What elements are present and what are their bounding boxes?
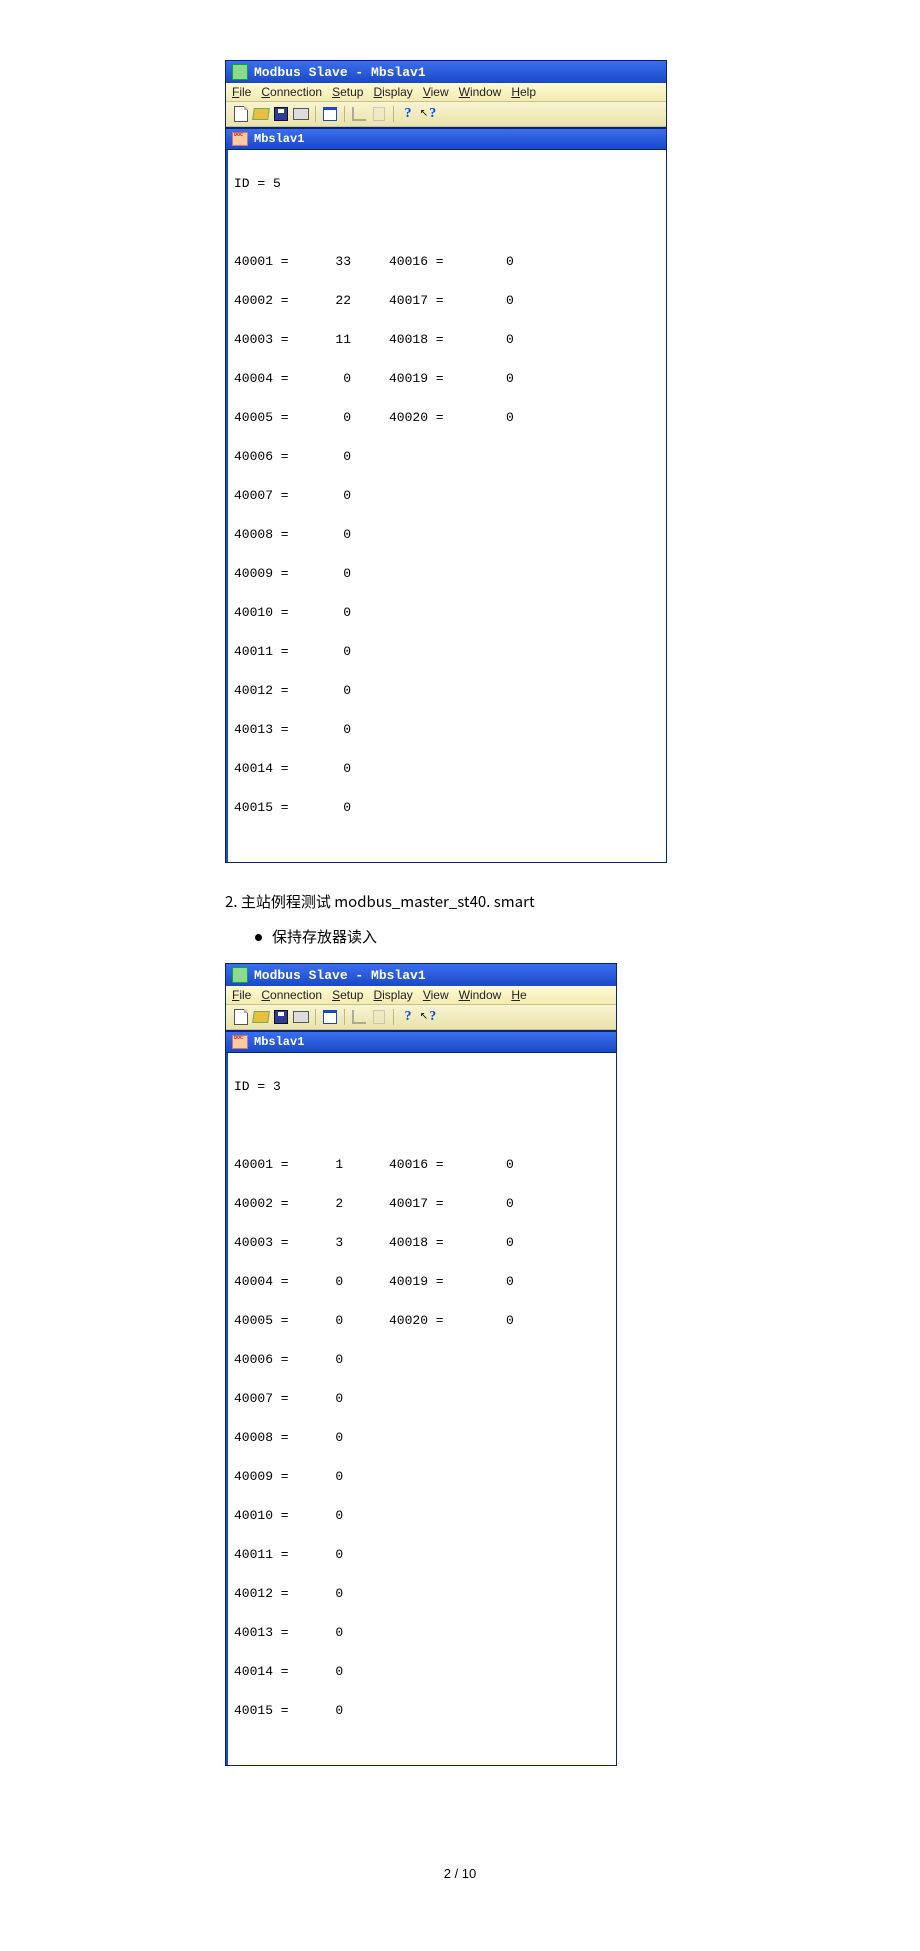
document-title: Mbslav1 — [254, 132, 304, 146]
app-icon — [232, 64, 248, 80]
register-row: 40005 = 040020 = 0 — [234, 1311, 610, 1331]
menu-help[interactable]: Help — [511, 85, 536, 99]
menu-setup[interactable]: Setup — [332, 85, 363, 99]
register-row: 40008 = 0 — [234, 525, 660, 545]
toolbar-separator — [393, 106, 394, 122]
menu-display[interactable]: Display — [373, 85, 412, 99]
modbus-window-1: Modbus Slave - Mbslav1 File Connection S… — [225, 60, 667, 863]
menu-window[interactable]: Window — [459, 988, 502, 1002]
help-icon[interactable]: ? — [399, 1008, 417, 1026]
register-row: 40009 = 0 — [234, 1467, 610, 1487]
menu-connection[interactable]: Connection — [261, 988, 322, 1002]
toolbar-separator — [315, 106, 316, 122]
page-number: 2 / 10 — [40, 1866, 880, 1911]
print-icon[interactable] — [292, 105, 310, 123]
bullet-item: 保持存放器读入 — [255, 926, 880, 947]
id-line: ID = 5 — [234, 174, 660, 194]
register-row: 40006 = 0 — [234, 447, 660, 467]
register-row: 40014 = 0 — [234, 1662, 610, 1682]
register-row: 40001 = 140016 = 0 — [234, 1155, 610, 1175]
menu-bar: File Connection Setup Display View Windo… — [226, 986, 616, 1004]
menu-display[interactable]: Display — [373, 988, 412, 1002]
register-row: 40012 = 0 — [234, 681, 660, 701]
menu-bar: File Connection Setup Display View Windo… — [226, 83, 666, 101]
toolbar: ? ↖? — [226, 101, 666, 127]
register-row: 40013 = 0 — [234, 720, 660, 740]
register-row: 40015 = 0 — [234, 798, 660, 818]
document-header[interactable]: Mbslav1 — [226, 127, 666, 150]
menu-window[interactable]: Window — [459, 85, 502, 99]
register-row: 40003 = 1140018 = 0 — [234, 330, 660, 350]
register-row: 40002 = 2240017 = 0 — [234, 291, 660, 311]
register-row: 40001 = 3340016 = 0 — [234, 252, 660, 272]
register-row: 40008 = 0 — [234, 1428, 610, 1448]
register-row: 40010 = 0 — [234, 603, 660, 623]
context-help-icon[interactable]: ↖? — [419, 1008, 437, 1026]
id-line: ID = 3 — [234, 1077, 610, 1097]
bullet-text: 保持存放器读入 — [272, 926, 377, 947]
menu-file[interactable]: File — [232, 85, 251, 99]
bullet-icon — [255, 934, 262, 941]
document-title: Mbslav1 — [254, 1035, 304, 1049]
document-icon — [232, 132, 248, 146]
register-row: 40005 = 040020 = 0 — [234, 408, 660, 428]
open-icon[interactable] — [252, 105, 270, 123]
menu-help[interactable]: He — [511, 988, 526, 1002]
connect-icon[interactable] — [350, 105, 368, 123]
register-row: 40002 = 240017 = 0 — [234, 1194, 610, 1214]
menu-view[interactable]: View — [423, 85, 449, 99]
window-title: Modbus Slave - Mbslav1 — [254, 968, 426, 983]
register-row: 40011 = 0 — [234, 642, 660, 662]
document-header[interactable]: Mbslav1 — [226, 1030, 616, 1053]
register-row: 40006 = 0 — [234, 1350, 610, 1370]
save-icon[interactable] — [272, 1008, 290, 1026]
open-icon[interactable] — [252, 1008, 270, 1026]
window-title: Modbus Slave - Mbslav1 — [254, 65, 426, 80]
register-row: 40009 = 0 — [234, 564, 660, 584]
window-icon[interactable] — [321, 1008, 339, 1026]
title-bar[interactable]: Modbus Slave - Mbslav1 — [226, 964, 616, 986]
register-row: 40012 = 0 — [234, 1584, 610, 1604]
register-row: 40010 = 0 — [234, 1506, 610, 1526]
register-row: 40007 = 0 — [234, 1389, 610, 1409]
register-data-area: ID = 3 40001 = 140016 = 0 40002 = 240017… — [226, 1053, 616, 1765]
menu-connection[interactable]: Connection — [261, 85, 322, 99]
help-icon[interactable]: ? — [399, 105, 417, 123]
connect-icon[interactable] — [350, 1008, 368, 1026]
new-icon[interactable] — [232, 1008, 250, 1026]
register-row: 40014 = 0 — [234, 759, 660, 779]
register-data-area: ID = 5 40001 = 3340016 = 0 40002 = 22400… — [226, 150, 666, 862]
menu-setup[interactable]: Setup — [332, 988, 363, 1002]
register-row: 40011 = 0 — [234, 1545, 610, 1565]
menu-view[interactable]: View — [423, 988, 449, 1002]
document-icon — [232, 1035, 248, 1049]
print-icon[interactable] — [292, 1008, 310, 1026]
title-bar[interactable]: Modbus Slave - Mbslav1 — [226, 61, 666, 83]
register-row: 40004 = 040019 = 0 — [234, 1272, 610, 1292]
toolbar-separator — [393, 1009, 394, 1025]
context-help-icon[interactable]: ↖? — [419, 105, 437, 123]
toolbar: ? ↖? — [226, 1004, 616, 1030]
paste-icon[interactable] — [370, 1008, 388, 1026]
menu-file[interactable]: File — [232, 988, 251, 1002]
paste-icon[interactable] — [370, 105, 388, 123]
register-row: 40004 = 040019 = 0 — [234, 369, 660, 389]
new-icon[interactable] — [232, 105, 250, 123]
modbus-window-2: Modbus Slave - Mbslav1 File Connection S… — [225, 963, 617, 1766]
numbered-item-2: 2. 主站例程测试 modbus_master_st40. smart — [225, 891, 880, 912]
toolbar-separator — [344, 106, 345, 122]
register-row: 40007 = 0 — [234, 486, 660, 506]
toolbar-separator — [315, 1009, 316, 1025]
save-icon[interactable] — [272, 105, 290, 123]
window-icon[interactable] — [321, 105, 339, 123]
register-row: 40013 = 0 — [234, 1623, 610, 1643]
register-row: 40003 = 340018 = 0 — [234, 1233, 610, 1253]
register-row: 40015 = 0 — [234, 1701, 610, 1721]
toolbar-separator — [344, 1009, 345, 1025]
app-icon — [232, 967, 248, 983]
